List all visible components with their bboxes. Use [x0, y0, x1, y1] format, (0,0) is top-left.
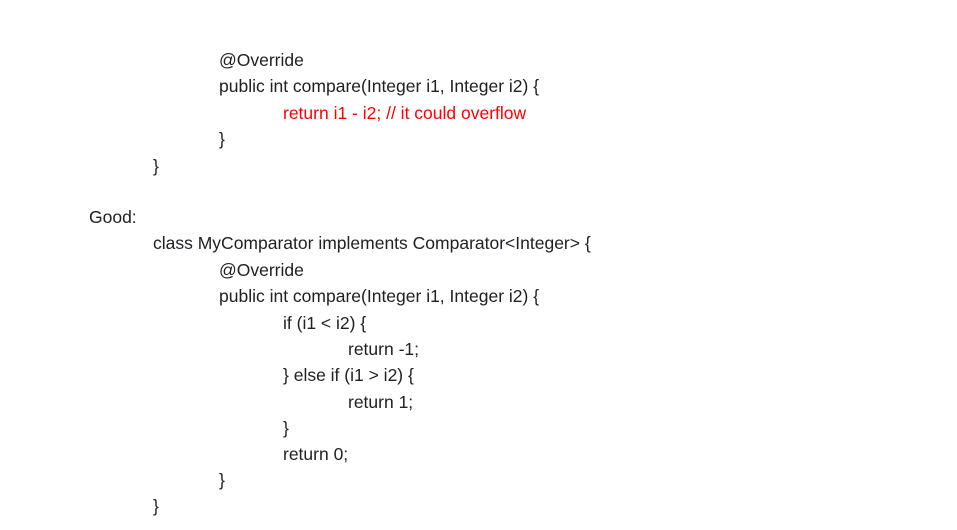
code-line-close-method: }	[219, 129, 225, 149]
code-line-close-if: }	[283, 418, 289, 438]
code-line-override-annotation: @Override	[219, 260, 304, 280]
code-line-override-annotation: @Override	[219, 50, 304, 70]
code-line-compare-signature: public int compare(Integer i1, Integer i…	[219, 286, 540, 306]
code-line-return-minus-one: return -1;	[348, 339, 419, 359]
section-label-good: Good:	[89, 207, 137, 227]
document-body: @Override public int compare(Integer i1,…	[0, 0, 957, 530]
code-line-return-one: return 1;	[348, 392, 414, 412]
code-line-if-less: if (i1 < i2) {	[283, 313, 367, 333]
code-line-return-zero: return 0;	[283, 444, 349, 464]
code-line-else-if-greater: } else if (i1 > i2) {	[283, 365, 414, 385]
code-line-close-method: }	[219, 470, 225, 490]
code-line-class-declaration: class MyComparator implements Comparator…	[153, 233, 591, 253]
code-line-compare-signature: public int compare(Integer i1, Integer i…	[219, 76, 540, 96]
code-line-close-class: }	[153, 156, 159, 176]
code-line-overflow-warning: return i1 - i2; // it could overflow	[283, 103, 527, 123]
code-line-close-class: }	[153, 496, 159, 516]
